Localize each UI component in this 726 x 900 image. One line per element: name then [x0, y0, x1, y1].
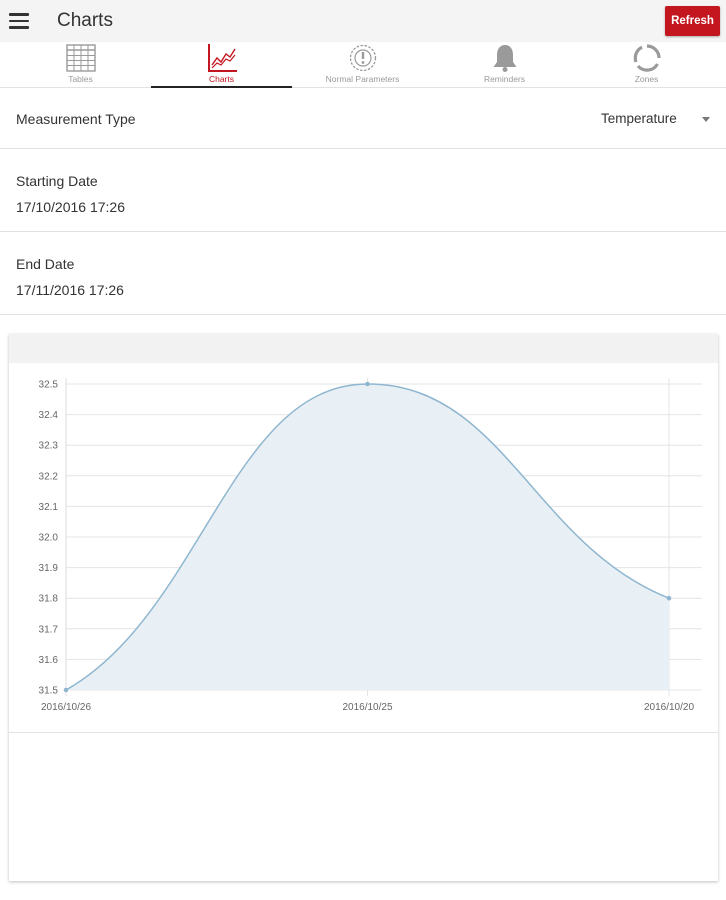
chart-divider	[9, 732, 718, 733]
data-point	[365, 381, 370, 387]
tab-normal-parameters[interactable]: Normal Parameters	[292, 42, 433, 88]
data-point	[666, 595, 672, 601]
starting-date-row[interactable]: Starting Date 17/10/2016 17:26	[0, 149, 726, 232]
data-point	[63, 687, 69, 693]
x-tick-label: 2016/10/26	[41, 702, 91, 713]
y-tick-label: 32.1	[39, 502, 59, 513]
zones-ring-icon	[633, 44, 661, 72]
temperature-chart: 31.5 31.6 31.7 31.8 31.9 32.0 32.1 32.2 32.3 32.4…	[39, 378, 702, 713]
y-tick-label: 32.4	[39, 410, 59, 421]
table-icon	[65, 44, 96, 72]
end-date-value[interactable]: 17/11/2016 17:26	[16, 282, 124, 298]
dropdown-arrow-icon[interactable]	[702, 117, 710, 122]
starting-date-value[interactable]: 17/10/2016 17:26	[16, 199, 125, 215]
y-tick-label: 31.6	[39, 655, 59, 666]
y-tick-label: 31.7	[39, 624, 59, 635]
tab-zones[interactable]: Zones	[576, 42, 717, 88]
y-tick-label: 31.8	[39, 594, 59, 605]
y-tick-label: 32.0	[39, 533, 59, 544]
starting-date-label: Starting Date	[16, 173, 98, 189]
tab-bar: Tables Charts Normal Parameters Reminder…	[0, 42, 726, 88]
hamburger-menu-icon[interactable]	[9, 13, 29, 29]
refresh-button[interactable]: Refresh	[665, 6, 720, 36]
y-tick-label: 31.5	[39, 686, 59, 697]
chart-card: 31.5 31.6 31.7 31.8 31.9 32.0 32.1 32.2 32.3 32.4…	[9, 334, 718, 881]
tab-charts[interactable]: Charts	[151, 42, 292, 88]
tab-label: Reminders	[483, 74, 526, 84]
x-tick-label: 2016/10/25	[342, 702, 392, 713]
tab-label: Tables	[68, 74, 93, 84]
tab-label: Zones	[634, 74, 659, 84]
bell-icon	[493, 45, 516, 72]
measurement-type-select[interactable]: Temperature	[601, 111, 677, 126]
page-title: Charts	[57, 10, 113, 31]
line-chart-icon	[207, 44, 237, 72]
tab-label: Normal Parameters	[325, 74, 400, 84]
x-tick-label: 2016/10/20	[644, 702, 694, 713]
y-tick-label: 32.2	[39, 471, 59, 482]
alert-circle-icon	[349, 44, 376, 72]
tab-tables[interactable]: Tables	[10, 42, 151, 88]
end-date-label: End Date	[16, 256, 75, 272]
measurement-type-label: Measurement Type	[16, 111, 136, 127]
y-tick-label: 31.9	[39, 563, 59, 574]
end-date-row[interactable]: End Date 17/11/2016 17:26	[0, 232, 726, 315]
tab-label: Charts	[208, 74, 235, 84]
tab-reminders[interactable]: Reminders	[434, 42, 575, 88]
app-bar: Charts Refresh	[0, 0, 726, 42]
y-tick-label: 32.5	[39, 380, 59, 391]
y-tick-label: 32.3	[39, 441, 59, 452]
